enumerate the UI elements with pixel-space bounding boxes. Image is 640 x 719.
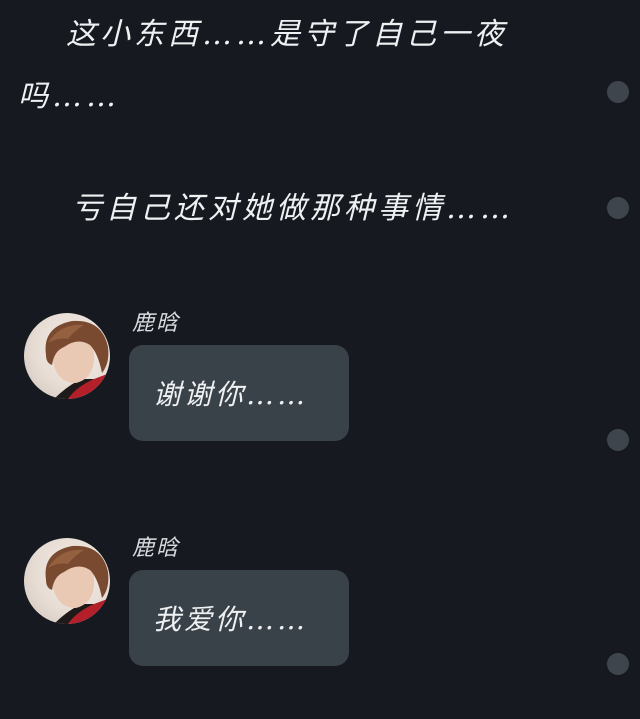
- comment-dot-button[interactable]: [607, 81, 629, 103]
- message-bubble: 我爱你……: [129, 570, 349, 666]
- avatar[interactable]: [24, 538, 110, 624]
- narration-text: 这小东西……是守了自己一夜吗……: [18, 17, 508, 114]
- message-bubble: 谢谢你……: [129, 345, 349, 441]
- comment-dot-button[interactable]: [607, 429, 629, 451]
- chat-message: 鹿晗 谢谢你……: [24, 305, 384, 455]
- comment-dot-button[interactable]: [607, 653, 629, 675]
- avatar[interactable]: [24, 313, 110, 399]
- comment-dot-button[interactable]: [607, 197, 629, 219]
- chat-message: 鹿晗 我爱你……: [24, 530, 384, 680]
- sender-name: 鹿晗: [132, 536, 181, 561]
- sender-name: 鹿晗: [132, 311, 181, 336]
- narration-text: 亏自己还对她做那种事情……: [72, 191, 514, 226]
